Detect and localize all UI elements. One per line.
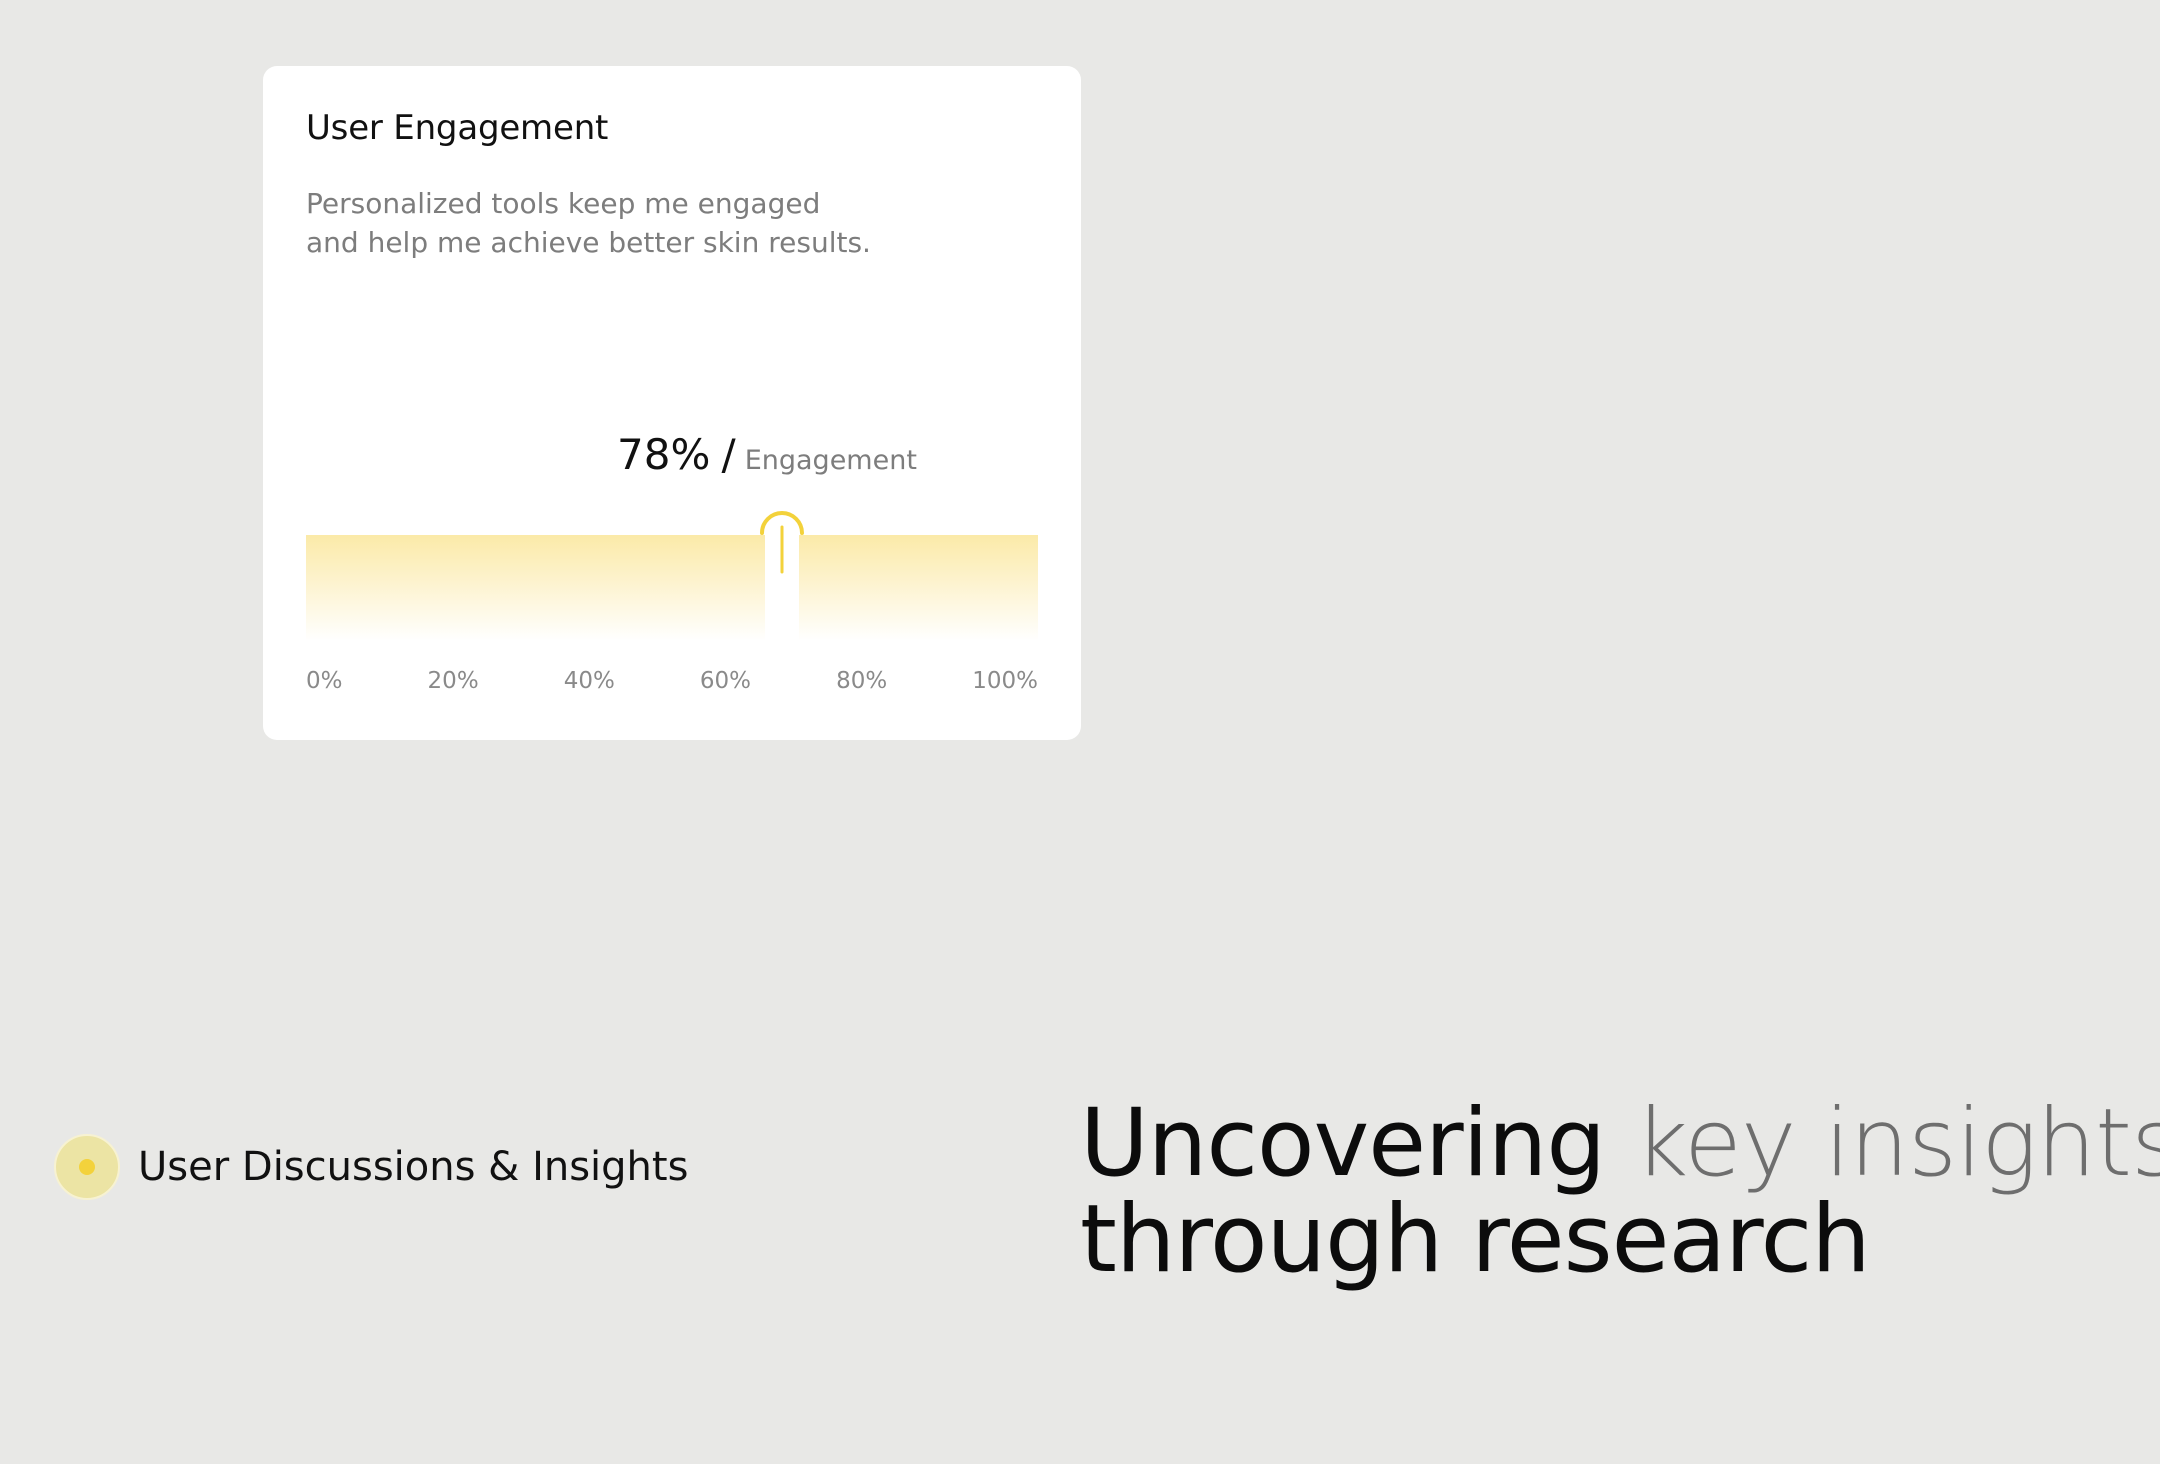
headline-word-uncovering: Uncovering	[1080, 1089, 1606, 1198]
readout-separator: /	[721, 430, 736, 479]
headline-line-2: through research	[1080, 1185, 1871, 1294]
engagement-marker-icon	[759, 508, 805, 578]
headline-line-1: Uncovering key insights	[1080, 1096, 2160, 1192]
tick-label: 40%	[563, 668, 615, 694]
engagement-readout: 78% / Engagement	[617, 430, 917, 479]
tick-label: 80%	[836, 668, 888, 694]
card-description-line: Personalized tools keep me engaged	[306, 187, 821, 220]
tick-label: 60%	[699, 668, 752, 694]
dot-icon	[54, 1134, 120, 1200]
engagement-card: User Engagement Personalized tools keep …	[263, 66, 1081, 740]
headline-key-insights: key insights	[1633, 1089, 2160, 1198]
tick-label: 20%	[427, 668, 479, 694]
headline: Uncovering key insights through research	[1080, 1096, 2160, 1288]
card-description: Personalized tools keep me engaged and h…	[306, 184, 906, 262]
card-title: User Engagement	[306, 108, 609, 148]
engagement-label: Engagement	[744, 445, 917, 476]
tick-label: 0%	[306, 668, 343, 694]
tick-label: 100%	[972, 668, 1038, 694]
engagement-track	[306, 511, 1038, 641]
engagement-value: 78%	[617, 430, 711, 479]
section-label-text: User Discussions & Insights	[138, 1144, 689, 1190]
scale-ticks: 0% 20% 40% 60% 80% 100%	[306, 668, 1038, 694]
card-description-line: and help me achieve better skin results.	[306, 226, 871, 259]
dot-icon-center	[79, 1159, 95, 1175]
section-label: User Discussions & Insights	[54, 1134, 688, 1200]
